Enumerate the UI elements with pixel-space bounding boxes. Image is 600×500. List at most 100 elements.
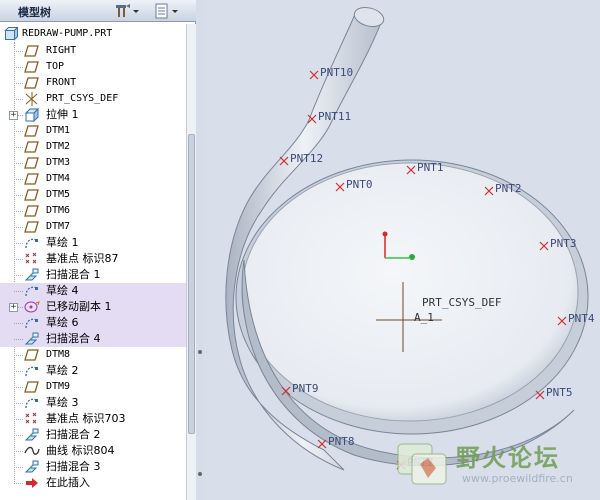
tree-item[interactable]: 基准点 标识87: [0, 251, 186, 267]
tree-item[interactable]: 草绘 1: [0, 235, 186, 251]
tree-guide-line: [14, 419, 23, 420]
tree-item[interactable]: 草绘 2: [0, 363, 186, 379]
tree-guide-line: [14, 51, 23, 52]
datum-point-label: PNT5: [546, 386, 573, 399]
datum-plane-icon: [24, 188, 40, 202]
datum-point-label: PNT0: [346, 178, 373, 191]
tree-guide-line: [14, 227, 23, 228]
tree-item[interactable]: 扫描混合 3: [0, 459, 186, 475]
tree-item[interactable]: DTM3: [0, 155, 186, 171]
swept-blend-icon: [24, 428, 40, 442]
watermark-url: www.proewildfire.cn: [462, 472, 573, 485]
tree-item[interactable]: FRONT: [0, 75, 186, 91]
chevron-down-icon: [132, 3, 140, 19]
tree-item[interactable]: 基准点 标识703: [0, 411, 186, 427]
tree-item-label: 草绘 3: [46, 396, 79, 409]
tree-item-label: 曲线 标识804: [46, 444, 115, 457]
swept-blend-icon: [24, 268, 40, 282]
tree-item-label: 草绘 2: [46, 364, 79, 377]
tree-item[interactable]: + 拉伸 1: [0, 107, 186, 123]
tree-item[interactable]: DTM8: [0, 347, 186, 363]
tree-guide-line: [14, 163, 23, 164]
tree-item-label: DTM9: [46, 381, 71, 392]
splitter-handle[interactable]: [198, 350, 202, 354]
tree-item-label: RIGHT: [46, 45, 77, 56]
tree-item-label: FRONT: [46, 77, 77, 88]
extrude-icon: [24, 108, 40, 122]
tree-guide-line: [14, 451, 23, 452]
splitter-handle[interactable]: [198, 472, 202, 476]
model-tree-scrollbar[interactable]: [186, 24, 196, 500]
tree-item-label: 扫描混合 2: [46, 428, 101, 441]
datum-plane-icon: [24, 380, 40, 394]
datum-point-label: PNT10: [320, 66, 354, 79]
tree-item[interactable]: 草绘 3: [0, 395, 186, 411]
datum-plane-icon: [24, 220, 40, 234]
tree-show-button[interactable]: [154, 3, 180, 19]
datum-point-marker[interactable]: [535, 390, 545, 400]
tree-item-label: 已移动副本 1: [46, 300, 112, 313]
tree-item-label: DTM6: [46, 205, 71, 216]
tree-item-label: DTM5: [46, 189, 71, 200]
tree-item-label: DTM4: [46, 173, 71, 184]
tree-settings-button[interactable]: [114, 3, 140, 19]
datum-plane-icon: [24, 172, 40, 186]
tree-guide-line: [14, 147, 23, 148]
tree-item-label: 基准点 标识87: [46, 252, 119, 265]
tree-guide-line: [14, 435, 23, 436]
tree-item[interactable]: TOP: [0, 59, 186, 75]
datum-plane-icon: [24, 60, 40, 74]
tree-item[interactable]: 扫描混合 4: [0, 331, 186, 347]
tree-item-label: 草绘 6: [46, 316, 79, 329]
model-tree-title: 模型树: [18, 6, 51, 19]
tree-item[interactable]: DTM2: [0, 139, 186, 155]
tree-item-label: DTM2: [46, 141, 71, 152]
scrollbar-thumb[interactable]: [188, 134, 195, 434]
tree-root-label: REDRAW-PUMP.PRT: [22, 28, 113, 39]
tree-guide-line: [14, 131, 23, 132]
tree-item[interactable]: 曲线 标识804: [0, 443, 186, 459]
tree-item[interactable]: 在此插入: [0, 475, 186, 491]
datum-plane-icon: [24, 124, 40, 138]
tree-item[interactable]: DTM6: [0, 203, 186, 219]
tree-item[interactable]: 扫描混合 2: [0, 427, 186, 443]
tree-item[interactable]: PRT_CSYS_DEF: [0, 91, 186, 107]
tree-item[interactable]: DTM1: [0, 123, 186, 139]
swept-blend-icon: [24, 332, 40, 346]
datum-plane-icon: [24, 44, 40, 58]
datum-point-marker[interactable]: [317, 439, 327, 449]
tree-guide-line: [14, 291, 23, 292]
expand-toggle[interactable]: +: [9, 111, 18, 120]
tree-item[interactable]: DTM7: [0, 219, 186, 235]
tree-item[interactable]: 草绘 4: [0, 283, 186, 299]
list-icon: [154, 3, 170, 19]
datum-point-icon: [24, 252, 40, 266]
tree-item-label: 草绘 4: [46, 284, 79, 297]
tree-item[interactable]: + 已移动副本 1: [0, 299, 186, 315]
chevron-down-icon: [170, 3, 180, 19]
tree-item-label: DTM8: [46, 349, 71, 360]
tree-guide-line: [14, 483, 23, 484]
sketch-icon: [24, 284, 40, 298]
tree-guide-line: [14, 99, 23, 100]
tree-item[interactable]: RIGHT: [0, 43, 186, 59]
datum-point-marker[interactable]: [309, 70, 319, 80]
datum-plane-icon: [24, 348, 40, 362]
tree-guide-line: [14, 339, 23, 340]
tree-item[interactable]: 扫描混合 1: [0, 267, 186, 283]
tree-guide-line: [14, 243, 23, 244]
tree-guide-line: [14, 403, 23, 404]
tree-item[interactable]: DTM5: [0, 187, 186, 203]
tree-item[interactable]: 草绘 6: [0, 315, 186, 331]
datum-point-label: PNT3: [550, 237, 577, 250]
tree-item-label: TOP: [46, 61, 65, 72]
expand-toggle[interactable]: +: [9, 303, 18, 312]
datum-point-label: PNT8: [328, 435, 355, 448]
tree-item[interactable]: DTM9: [0, 379, 186, 395]
tree-root-item[interactable]: REDRAW-PUMP.PRT: [0, 26, 186, 42]
tree-item-label: 扫描混合 4: [46, 332, 101, 345]
graphics-viewport[interactable]: PNT10 PNT11 PNT12 PNT0 PNT1 PNT2 PNT3 PNT4 PNT5 P…: [204, 0, 600, 500]
csys-y-marker: [382, 231, 388, 237]
tree-item[interactable]: DTM4: [0, 171, 186, 187]
model-tree: REDRAW-PUMP.PRT RIGHT TOP FRONT PRT_CSYS_DE…: [0, 24, 186, 500]
